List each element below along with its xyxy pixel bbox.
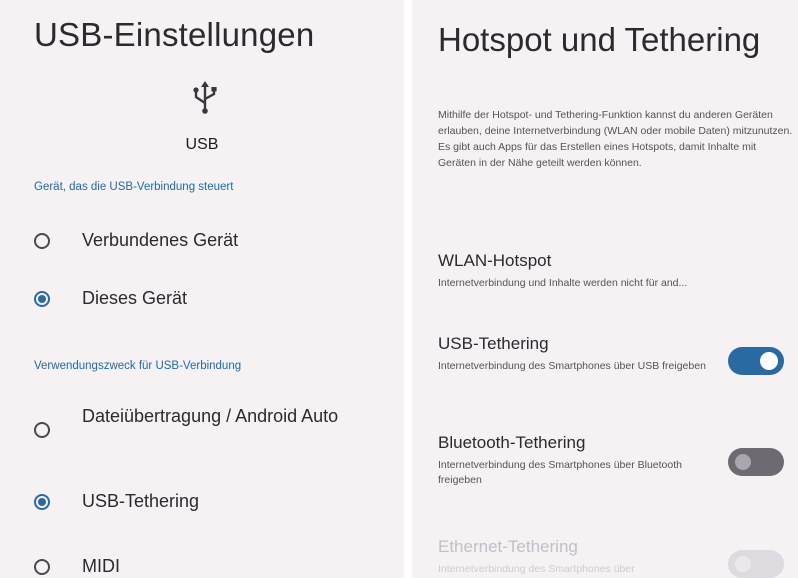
toggle-thumb [760, 352, 778, 370]
pref-title: WLAN-Hotspot [438, 251, 552, 270]
bluetooth-tethering-item[interactable]: Bluetooth-Tethering Internetverbindung d… [438, 432, 788, 492]
description-text: Mithilfe der Hotspot- und Tethering-Funk… [438, 109, 793, 169]
radio-unchecked-icon[interactable] [34, 233, 50, 249]
ethernet-tethering-item: Ethernet-Tethering Internetverbindung de… [438, 536, 788, 578]
radio-file-transfer[interactable]: Dateiübertragung / Android Auto [28, 402, 398, 462]
radio-connected-device[interactable]: Verbundenes Gerät [28, 222, 398, 262]
radio-label: MIDI [82, 556, 120, 576]
usb-tethering-item[interactable]: USB-Tethering Internetverbindung des Sma… [438, 333, 788, 393]
radio-unchecked-icon[interactable] [34, 559, 50, 575]
radio-checked-icon[interactable] [34, 494, 50, 510]
pref-summary: Internetverbindung und Inhalte werden ni… [438, 277, 688, 289]
wlan-hotspot-item[interactable]: WLAN-Hotspot Internetverbindung und Inha… [438, 250, 788, 291]
radio-checked-icon[interactable] [34, 291, 50, 307]
radio-unchecked-icon[interactable] [34, 422, 50, 438]
page-title: USB-Einstellungen [34, 16, 315, 53]
pref-summary: Internetverbindung des Smartphones über … [438, 360, 706, 372]
purpose-section-header: Verwendungszweck für USB-Verbindung [34, 360, 242, 372]
radio-label: Dateiübertragung / Android Auto [82, 406, 339, 426]
radio-label: Dieses Gerät [82, 288, 188, 308]
radio-this-device[interactable]: Dieses Gerät [28, 280, 398, 320]
usb-label: USB [185, 136, 219, 153]
toggle-thumb [735, 556, 751, 572]
page-title: Hotspot und Tethering [438, 21, 761, 58]
pref-summary: Internetverbindung des Smartphones über … [438, 459, 682, 486]
controller-section-header: Gerät, das die USB-Verbindung steuert [34, 181, 234, 193]
radio-label: Verbundenes Gerät [82, 230, 239, 250]
radio-midi[interactable]: MIDI [28, 548, 398, 578]
radio-label: USB-Tethering [82, 491, 200, 511]
radio-usb-tethering[interactable]: USB-Tethering [28, 483, 398, 523]
bluetooth-tethering-toggle[interactable] [728, 448, 784, 476]
hotspot-tethering-panel: Hotspot und Tethering Mithilfe der Hotsp… [412, 0, 798, 578]
ethernet-tethering-toggle [728, 550, 784, 578]
toggle-thumb [735, 454, 751, 470]
usb-settings-panel: USB-Einstellungen USB Gerät, das die USB… [0, 0, 404, 578]
pref-summary: Internetverbindung des Smartphones über [438, 563, 635, 575]
usb-tethering-toggle[interactable] [728, 347, 784, 375]
usb-icon [193, 81, 217, 114]
